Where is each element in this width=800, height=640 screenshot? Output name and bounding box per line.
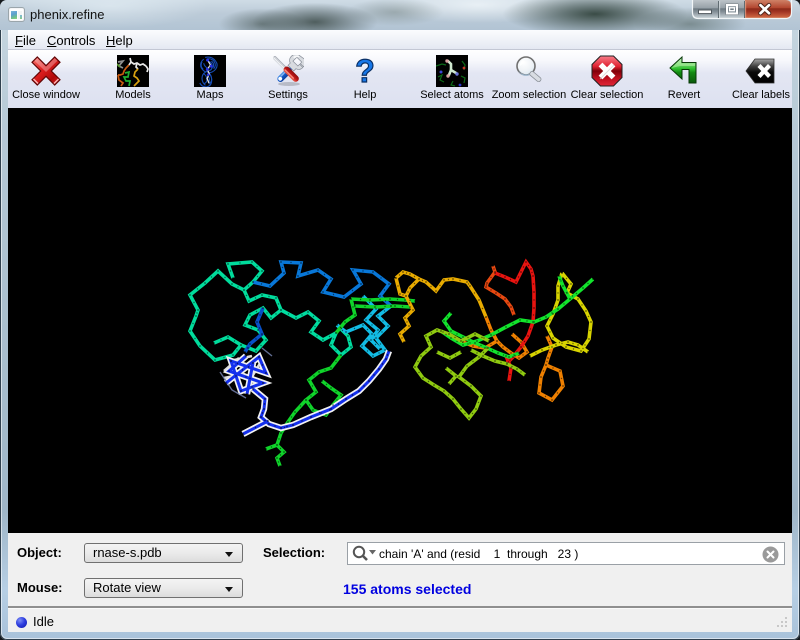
svg-text:?: ?: [355, 55, 375, 87]
